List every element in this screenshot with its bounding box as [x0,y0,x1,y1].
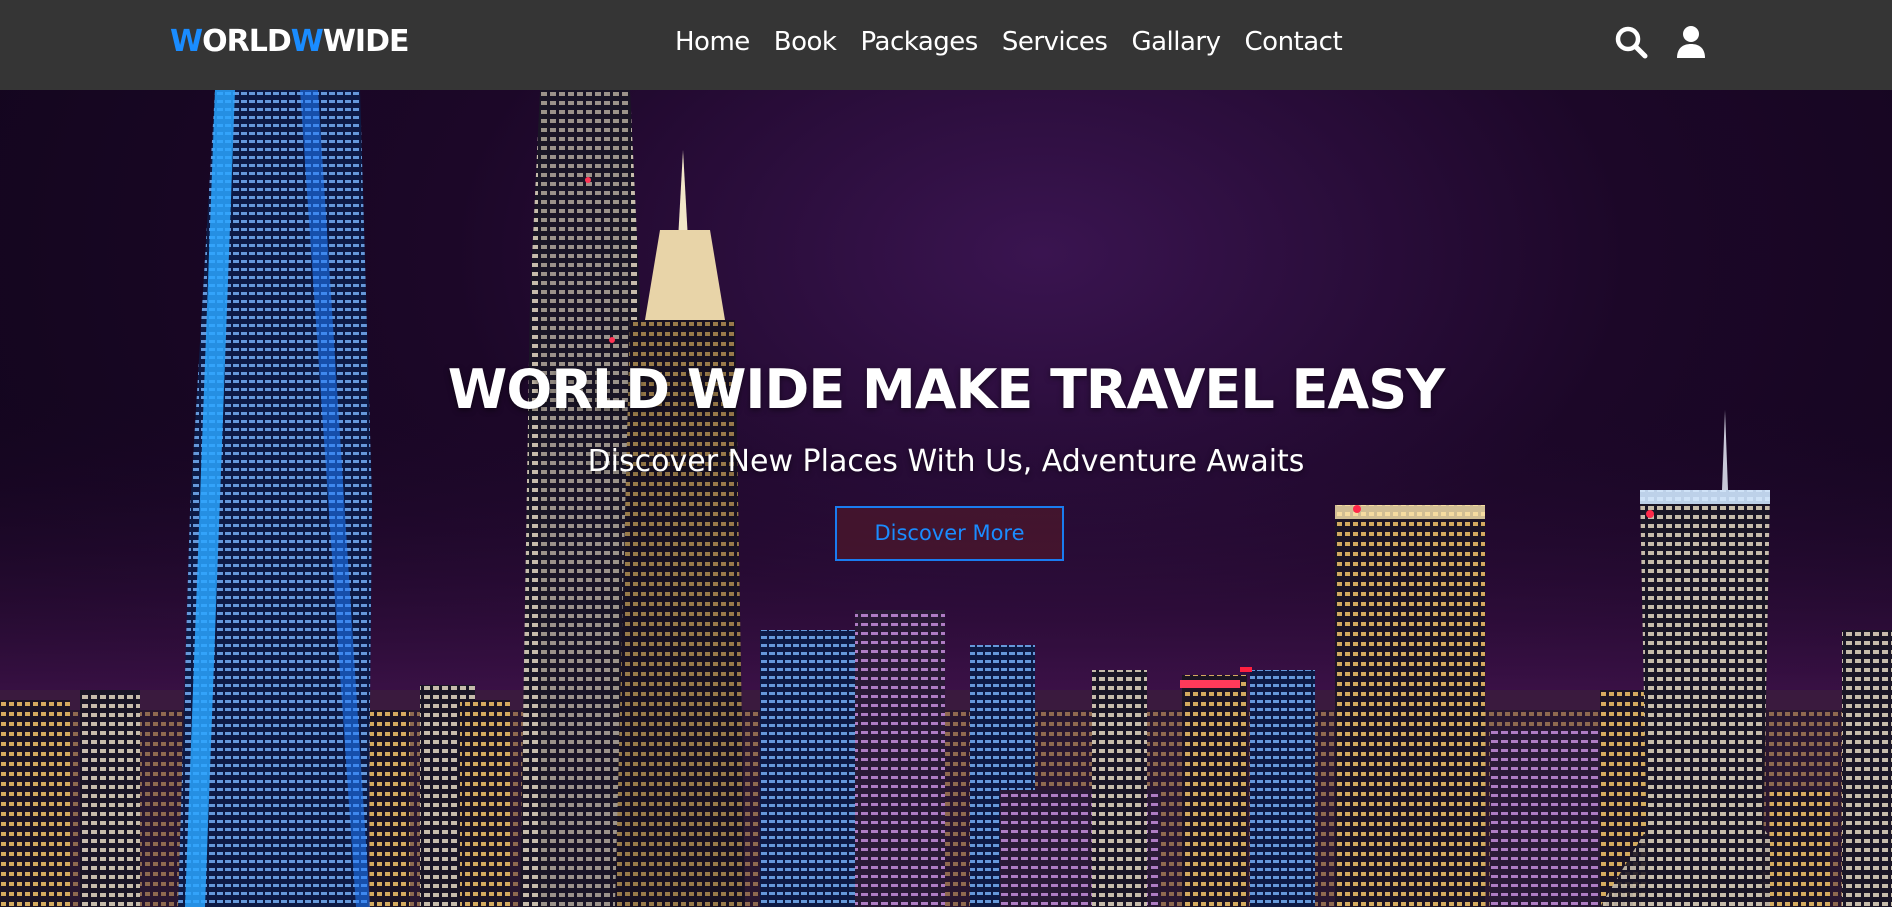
nav-link-services[interactable]: Services [1002,24,1108,60]
site-logo[interactable]: WORLDWWIDE [170,24,410,60]
logo-accent-letter: W [170,24,203,59]
logo-text: ORLD [202,24,292,59]
nav-link-packages[interactable]: Packages [861,24,979,60]
nav-icons [1614,24,1708,60]
search-icon[interactable] [1614,24,1648,60]
nav-link-contact[interactable]: Contact [1245,24,1343,60]
discover-more-button[interactable]: Discover More [835,506,1064,561]
nav-link-gallary[interactable]: Gallary [1131,24,1221,60]
hero-title: WORLD WIDE MAKE TRAVEL EASY [447,358,1445,421]
hero-section: WORLD WIDE MAKE TRAVEL EASY Discover New… [0,90,1892,907]
user-icon[interactable] [1674,24,1708,60]
logo-accent-letter: W [290,24,324,59]
nav-links: Home Book Packages Services Gallary Cont… [675,24,1366,60]
nav-link-home[interactable]: Home [675,24,750,60]
hero-content: WORLD WIDE MAKE TRAVEL EASY Discover New… [0,90,1892,907]
nav-link-book[interactable]: Book [774,24,837,60]
logo-text: WIDE [322,24,410,59]
navbar: WORLDWWIDE Home Book Packages Services G… [0,0,1892,90]
hero-subtitle: Discover New Places With Us, Adventure A… [587,444,1305,479]
